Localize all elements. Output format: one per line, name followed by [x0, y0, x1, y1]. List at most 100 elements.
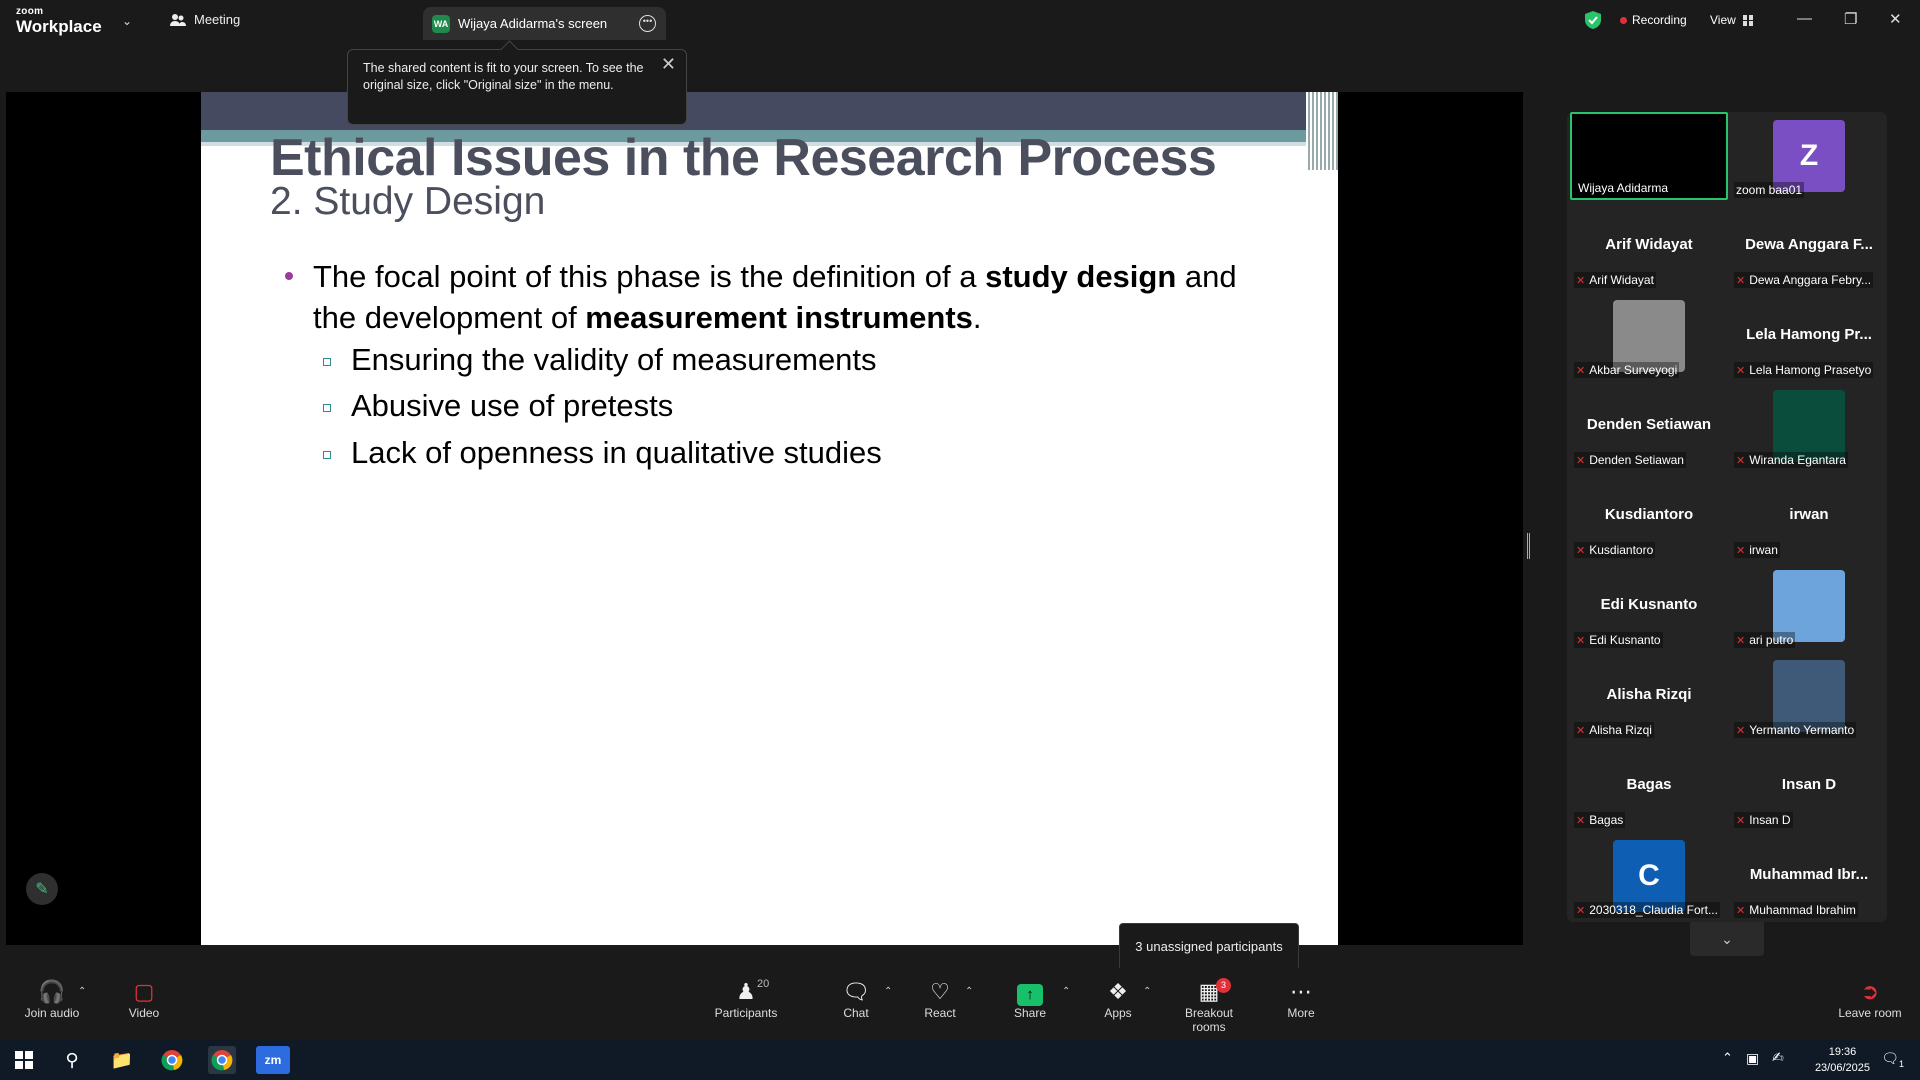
- network-icon[interactable]: ▣: [1746, 1050, 1759, 1067]
- search-icon[interactable]: ⚲: [58, 1046, 86, 1074]
- more-button[interactable]: ⋯ More: [1261, 978, 1341, 1020]
- participant-tile[interactable]: Muhammad Ibr... ✕ Muhammad Ibrahim: [1730, 832, 1888, 920]
- leave-room-button[interactable]: ➲ Leave room: [1830, 978, 1910, 1020]
- participant-name-label: Wijaya Adidarma: [1576, 180, 1671, 196]
- video-button[interactable]: ▢ Video: [104, 978, 184, 1020]
- join-audio-label: Join audio: [24, 1006, 80, 1020]
- mic-muted-icon: ✕: [1736, 364, 1746, 377]
- mic-muted-icon: ✕: [1576, 814, 1586, 827]
- breakout-grid-icon: ▦: [1198, 979, 1220, 1004]
- annotate-pen-icon[interactable]: ✎: [26, 873, 58, 905]
- participant-tile[interactable]: Lela Hamong Pr... ✕ Lela Hamong Prasetyo: [1730, 292, 1888, 380]
- participant-name-label: ✕ Dewa Anggara Febry...: [1734, 272, 1874, 288]
- share-button[interactable]: ↑ Share: [990, 978, 1070, 1020]
- slide-stripes: [1306, 92, 1338, 170]
- participant-tile[interactable]: ✕ Wiranda Egantara: [1730, 382, 1888, 470]
- bullet-bold-1: study design: [985, 259, 1177, 294]
- mic-muted-icon: ✕: [1576, 544, 1586, 557]
- more-options-icon[interactable]: •••: [639, 15, 656, 32]
- participant-tile[interactable]: Wijaya Adidarma: [1570, 112, 1728, 200]
- screen-share-tab[interactable]: WA Wijaya Adidarma's screen •••: [423, 7, 666, 40]
- bullet-bold-2: measurement instruments: [585, 300, 973, 335]
- chrome-active-icon[interactable]: [208, 1046, 236, 1074]
- chevron-up-icon[interactable]: ⌃: [884, 986, 892, 997]
- chrome-icon[interactable]: [158, 1046, 186, 1074]
- participant-tile[interactable]: ✕ Yermanto Yermanto: [1730, 652, 1888, 740]
- participant-label-text: ari putro: [1749, 633, 1794, 647]
- participant-tile[interactable]: Edi Kusnanto ✕ Edi Kusnanto: [1570, 562, 1728, 650]
- react-button[interactable]: ♡ React: [900, 978, 980, 1020]
- slide-title: Ethical Issues in the Research Process: [270, 129, 1217, 187]
- close-icon[interactable]: ✕: [661, 55, 676, 73]
- participant-label-text: Insan D: [1749, 813, 1791, 827]
- video-off-icon: ▢: [133, 979, 155, 1004]
- chevron-down-icon[interactable]: ⌄: [122, 14, 132, 28]
- chevron-up-icon[interactable]: ⌃: [965, 986, 973, 997]
- meeting-button[interactable]: Meeting: [170, 12, 240, 27]
- participant-tile[interactable]: Dewa Anggara F... ✕ Dewa Anggara Febry...: [1730, 202, 1888, 290]
- participant-name-label: ✕ Edi Kusnanto: [1574, 632, 1663, 648]
- mic-muted-icon: ✕: [1576, 634, 1586, 647]
- participant-label-text: 2030318_Claudia Fort...: [1589, 903, 1718, 917]
- file-explorer-icon[interactable]: 📁: [108, 1046, 136, 1074]
- participant-name-label: ✕ Kusdiantoro: [1574, 542, 1656, 558]
- participant-display-name: Edi Kusnanto: [1600, 596, 1698, 613]
- chevron-up-icon[interactable]: ⌃: [1062, 986, 1070, 997]
- breakout-tooltip: 3 unassigned participants: [1119, 923, 1299, 971]
- participant-display-name: Insan D: [1781, 776, 1837, 793]
- participant-name-label: ✕ Insan D: [1734, 812, 1793, 828]
- sub-bullet-2: Abusive use of pretests: [351, 388, 674, 423]
- notification-icon[interactable]: 🗨1: [1881, 1050, 1904, 1069]
- tooltip-text: The shared content is fit to your screen…: [363, 61, 644, 92]
- share-arrow-icon: ↑: [1017, 984, 1043, 1006]
- more-label: More: [1287, 1006, 1315, 1020]
- participant-tile[interactable]: Zzoom baa01: [1730, 112, 1888, 200]
- view-button[interactable]: View: [1710, 13, 1753, 27]
- participant-name-label: zoom baa01: [1734, 182, 1805, 198]
- participant-tile[interactable]: Denden Setiawan ✕ Denden Setiawan: [1570, 382, 1728, 470]
- recording-indicator[interactable]: Recording: [1620, 13, 1687, 27]
- minimize-icon[interactable]: —: [1797, 10, 1812, 27]
- chat-button[interactable]: 🗨 Chat: [816, 978, 896, 1020]
- apps-button[interactable]: ❖ Apps: [1078, 978, 1158, 1020]
- participant-label-text: Denden Setiawan: [1589, 453, 1684, 467]
- participant-display-name: Kusdiantoro: [1604, 506, 1694, 523]
- participant-name-label: ✕ Yermanto Yermanto: [1734, 722, 1857, 738]
- participant-tile[interactable]: ✕ ari putro: [1730, 562, 1888, 650]
- participant-tile[interactable]: Insan D ✕ Insan D: [1730, 742, 1888, 830]
- participant-name-label: ✕ Lela Hamong Prasetyo: [1734, 362, 1874, 378]
- chevron-down-icon[interactable]: ⌄: [1690, 922, 1764, 956]
- participant-tile[interactable]: ✕ Akbar Surveyogi: [1570, 292, 1728, 380]
- bullet-dot: [285, 272, 293, 280]
- sub-bullet-3: Lack of openness in qualitative studies: [351, 435, 882, 470]
- participant-label-text: Arif Widayat: [1589, 273, 1654, 287]
- mic-muted-icon: ✕: [1736, 904, 1746, 917]
- participant-name-label: ✕ 2030318_Claudia Fort...: [1574, 902, 1720, 918]
- join-audio-button[interactable]: 🎧 Join audio: [12, 978, 92, 1020]
- participant-tile[interactable]: Bagas ✕ Bagas: [1570, 742, 1728, 830]
- leave-room-label: Leave room: [1838, 1006, 1902, 1020]
- close-icon[interactable]: ✕: [1889, 10, 1902, 28]
- participant-tile[interactable]: Alisha Rizqi ✕ Alisha Rizqi: [1570, 652, 1728, 740]
- chevron-up-icon[interactable]: ⌃: [78, 986, 86, 997]
- participant-display-name: Dewa Anggara F...: [1745, 236, 1873, 253]
- pen-icon[interactable]: ✍: [1772, 1049, 1784, 1066]
- zoom-taskbar-icon[interactable]: zm: [256, 1046, 290, 1074]
- chevron-up-icon[interactable]: ⌃: [1143, 986, 1151, 997]
- participants-button[interactable]: ♟ 20 Participants: [706, 978, 786, 1020]
- system-clock[interactable]: 19:36 23/06/2025: [1815, 1044, 1870, 1076]
- slide-subtitle: 2. Study Design: [270, 180, 546, 223]
- chevron-up-icon[interactable]: ⌃: [1722, 1050, 1733, 1066]
- leave-icon: ➲: [1860, 979, 1880, 1004]
- view-label: View: [1710, 13, 1736, 27]
- windows-start-icon[interactable]: [10, 1046, 38, 1074]
- participant-tile[interactable]: C ✕ 2030318_Claudia Fort...: [1570, 832, 1728, 920]
- splitter-handle[interactable]: [1527, 533, 1530, 559]
- meeting-toolbar: 🎧 Join audio ⌃ ▢ Video ♟ 20 Participants…: [0, 968, 1920, 1040]
- shield-icon[interactable]: [1585, 11, 1601, 29]
- restore-icon[interactable]: ❐: [1844, 10, 1857, 28]
- participant-tile[interactable]: irwan ✕ irwan: [1730, 472, 1888, 560]
- breakout-rooms-button[interactable]: ▦ 3 Breakout rooms: [1168, 978, 1250, 1034]
- participant-tile[interactable]: Kusdiantoro ✕ Kusdiantoro: [1570, 472, 1728, 560]
- participant-tile[interactable]: Arif Widayat ✕ Arif Widayat: [1570, 202, 1728, 290]
